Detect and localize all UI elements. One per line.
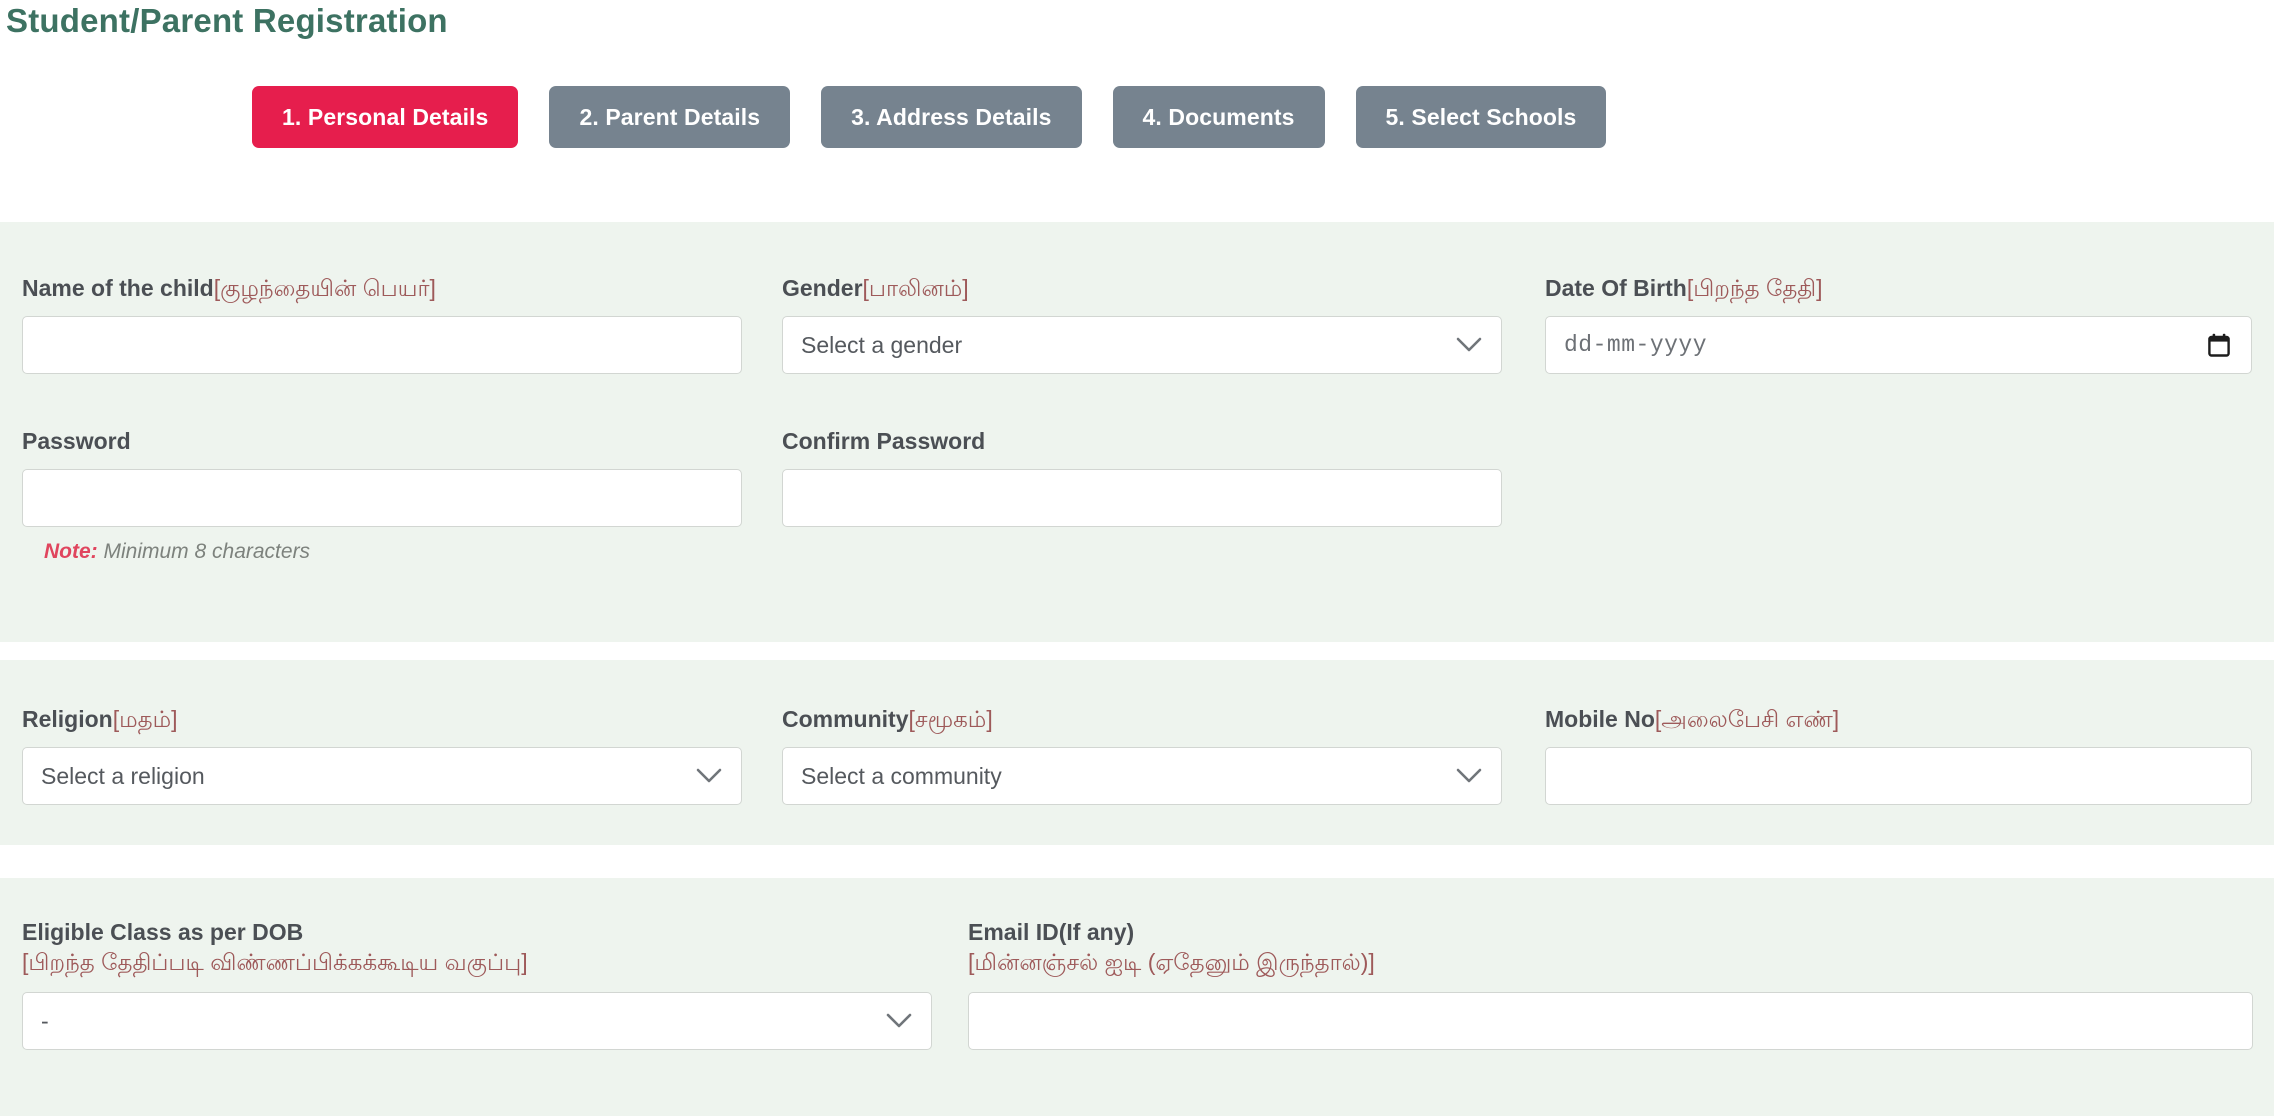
field-name-of-child: Name of the child[குழந்தையின் பெயர்] xyxy=(22,274,742,374)
field-confirm-password: Confirm Password xyxy=(782,427,1502,527)
label-gender-tamil: [பாலினம்] xyxy=(863,275,969,301)
tab-select-schools[interactable]: 5. Select Schools xyxy=(1356,86,1607,148)
label-religion: Religion[மதம்] xyxy=(22,705,742,733)
email-id-input[interactable] xyxy=(968,992,2253,1050)
name-of-child-input[interactable] xyxy=(22,316,742,374)
tab-documents[interactable]: 4. Documents xyxy=(1113,86,1325,148)
label-email-id-tamil: [மின்னஞ்சல் ஐடி (ஏதேனும் இருந்தால்)] xyxy=(968,946,2253,978)
label-mobile-no: Mobile No[அலைபேசி எண்] xyxy=(1545,705,2252,733)
page-title: Student/Parent Registration xyxy=(6,2,448,40)
tab-address-details[interactable]: 3. Address Details xyxy=(821,86,1081,148)
field-mobile-no: Mobile No[அலைபேசி எண்] xyxy=(1545,705,2252,805)
field-password: Password Note: Minimum 8 characters xyxy=(22,427,742,565)
field-date-of-birth: Date Of Birth[பிறந்த தேதி] xyxy=(1545,274,2252,374)
label-eligible-class-tamil: [பிறந்த தேதிப்படி விண்ணப்பிக்கக்கூடிய வக… xyxy=(22,946,932,978)
label-religion-tamil: [மதம்] xyxy=(113,706,178,732)
password-note-text: Minimum 8 characters xyxy=(98,540,310,563)
tab-parent-details[interactable]: 2. Parent Details xyxy=(549,86,790,148)
section-demographics: Religion[மதம்] Select a religion Communi… xyxy=(0,660,2274,845)
mobile-no-input[interactable] xyxy=(1545,747,2252,805)
label-mobile-no-tamil: [அலைபேசி எண்] xyxy=(1655,706,1839,732)
step-tab-bar: 1. Personal Details 2. Parent Details 3.… xyxy=(252,86,1606,148)
field-eligible-class: Eligible Class as per DOB [பிறந்த தேதிப்… xyxy=(22,918,932,1050)
tab-personal-details[interactable]: 1. Personal Details xyxy=(252,86,518,148)
label-password: Password xyxy=(22,427,742,455)
label-date-of-birth: Date Of Birth[பிறந்த தேதி] xyxy=(1545,274,2252,302)
community-select[interactable]: Select a community xyxy=(782,747,1502,805)
confirm-password-input[interactable] xyxy=(782,469,1502,527)
label-confirm-password: Confirm Password xyxy=(782,427,1502,455)
section-personal-details: Name of the child[குழந்தையின் பெயர்] Gen… xyxy=(0,222,2274,642)
religion-select[interactable]: Select a religion xyxy=(22,747,742,805)
label-name-of-child-tamil: [குழந்தையின் பெயர்] xyxy=(214,275,436,301)
password-input[interactable] xyxy=(22,469,742,527)
field-email-id: Email ID(If any) [மின்னஞ்சல் ஐடி (ஏதேனும… xyxy=(968,918,2253,1050)
label-email-id: Email ID(If any) xyxy=(968,918,2253,946)
label-community-tamil: [சமூகம்] xyxy=(909,706,993,732)
label-name-of-child: Name of the child[குழந்தையின் பெயர்] xyxy=(22,274,742,302)
date-of-birth-input[interactable] xyxy=(1545,316,2252,374)
registration-page: Student/Parent Registration 1. Personal … xyxy=(0,0,2274,1116)
label-gender: Gender[பாலினம்] xyxy=(782,274,1502,302)
gender-select[interactable]: Select a gender xyxy=(782,316,1502,374)
eligible-class-select[interactable]: - xyxy=(22,992,932,1050)
field-gender: Gender[பாலினம்] Select a gender xyxy=(782,274,1502,374)
field-community: Community[சமூகம்] Select a community xyxy=(782,705,1502,805)
label-date-of-birth-tamil: [பிறந்த தேதி] xyxy=(1687,275,1823,301)
label-community: Community[சமூகம்] xyxy=(782,705,1502,733)
password-note: Note: Minimum 8 characters xyxy=(44,539,742,565)
section-eligibility: Eligible Class as per DOB [பிறந்த தேதிப்… xyxy=(0,878,2274,1116)
field-religion: Religion[மதம்] Select a religion xyxy=(22,705,742,805)
password-note-prefix: Note: xyxy=(44,540,98,563)
label-eligible-class: Eligible Class as per DOB xyxy=(22,918,932,946)
